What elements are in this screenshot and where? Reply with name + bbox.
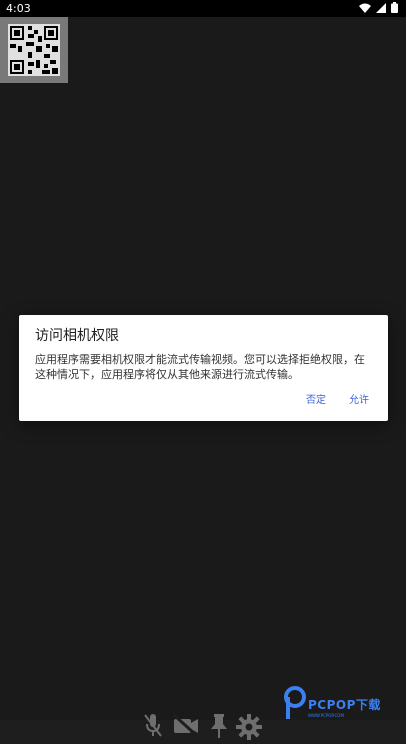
pcpop-logo-icon bbox=[284, 686, 306, 719]
camera-permission-dialog: 访问相机权限 应用程序需要相机权限才能流式传输视频。您可以选择拒绝权限，在这种情… bbox=[19, 315, 388, 421]
allow-button[interactable]: 允许 bbox=[349, 394, 369, 408]
battery-icon bbox=[391, 2, 398, 13]
status-bar: 4:03 bbox=[0, 0, 406, 17]
gear-icon[interactable] bbox=[236, 714, 262, 740]
status-icons bbox=[359, 2, 398, 13]
watermark: PCPOP下载 WWW.PCPOP.COM bbox=[284, 686, 406, 720]
watermark-text: PCPOP下载 bbox=[308, 698, 381, 712]
dialog-message: 应用程序需要相机权限才能流式传输视频。您可以选择拒绝权限，在这种情况下，应用程序… bbox=[35, 353, 365, 381]
video-off-icon[interactable] bbox=[172, 714, 200, 736]
wifi-icon bbox=[359, 3, 371, 13]
watermark-subtext: WWW.PCPOP.COM bbox=[308, 713, 344, 718]
status-time: 4:03 bbox=[6, 2, 31, 15]
mic-off-icon[interactable] bbox=[144, 714, 162, 738]
dialog-title: 访问相机权限 bbox=[35, 328, 119, 344]
signal-icon bbox=[376, 2, 386, 13]
deny-button[interactable]: 否定 bbox=[306, 394, 326, 408]
bottom-toolbar bbox=[140, 714, 270, 744]
pin-icon[interactable] bbox=[210, 714, 228, 738]
